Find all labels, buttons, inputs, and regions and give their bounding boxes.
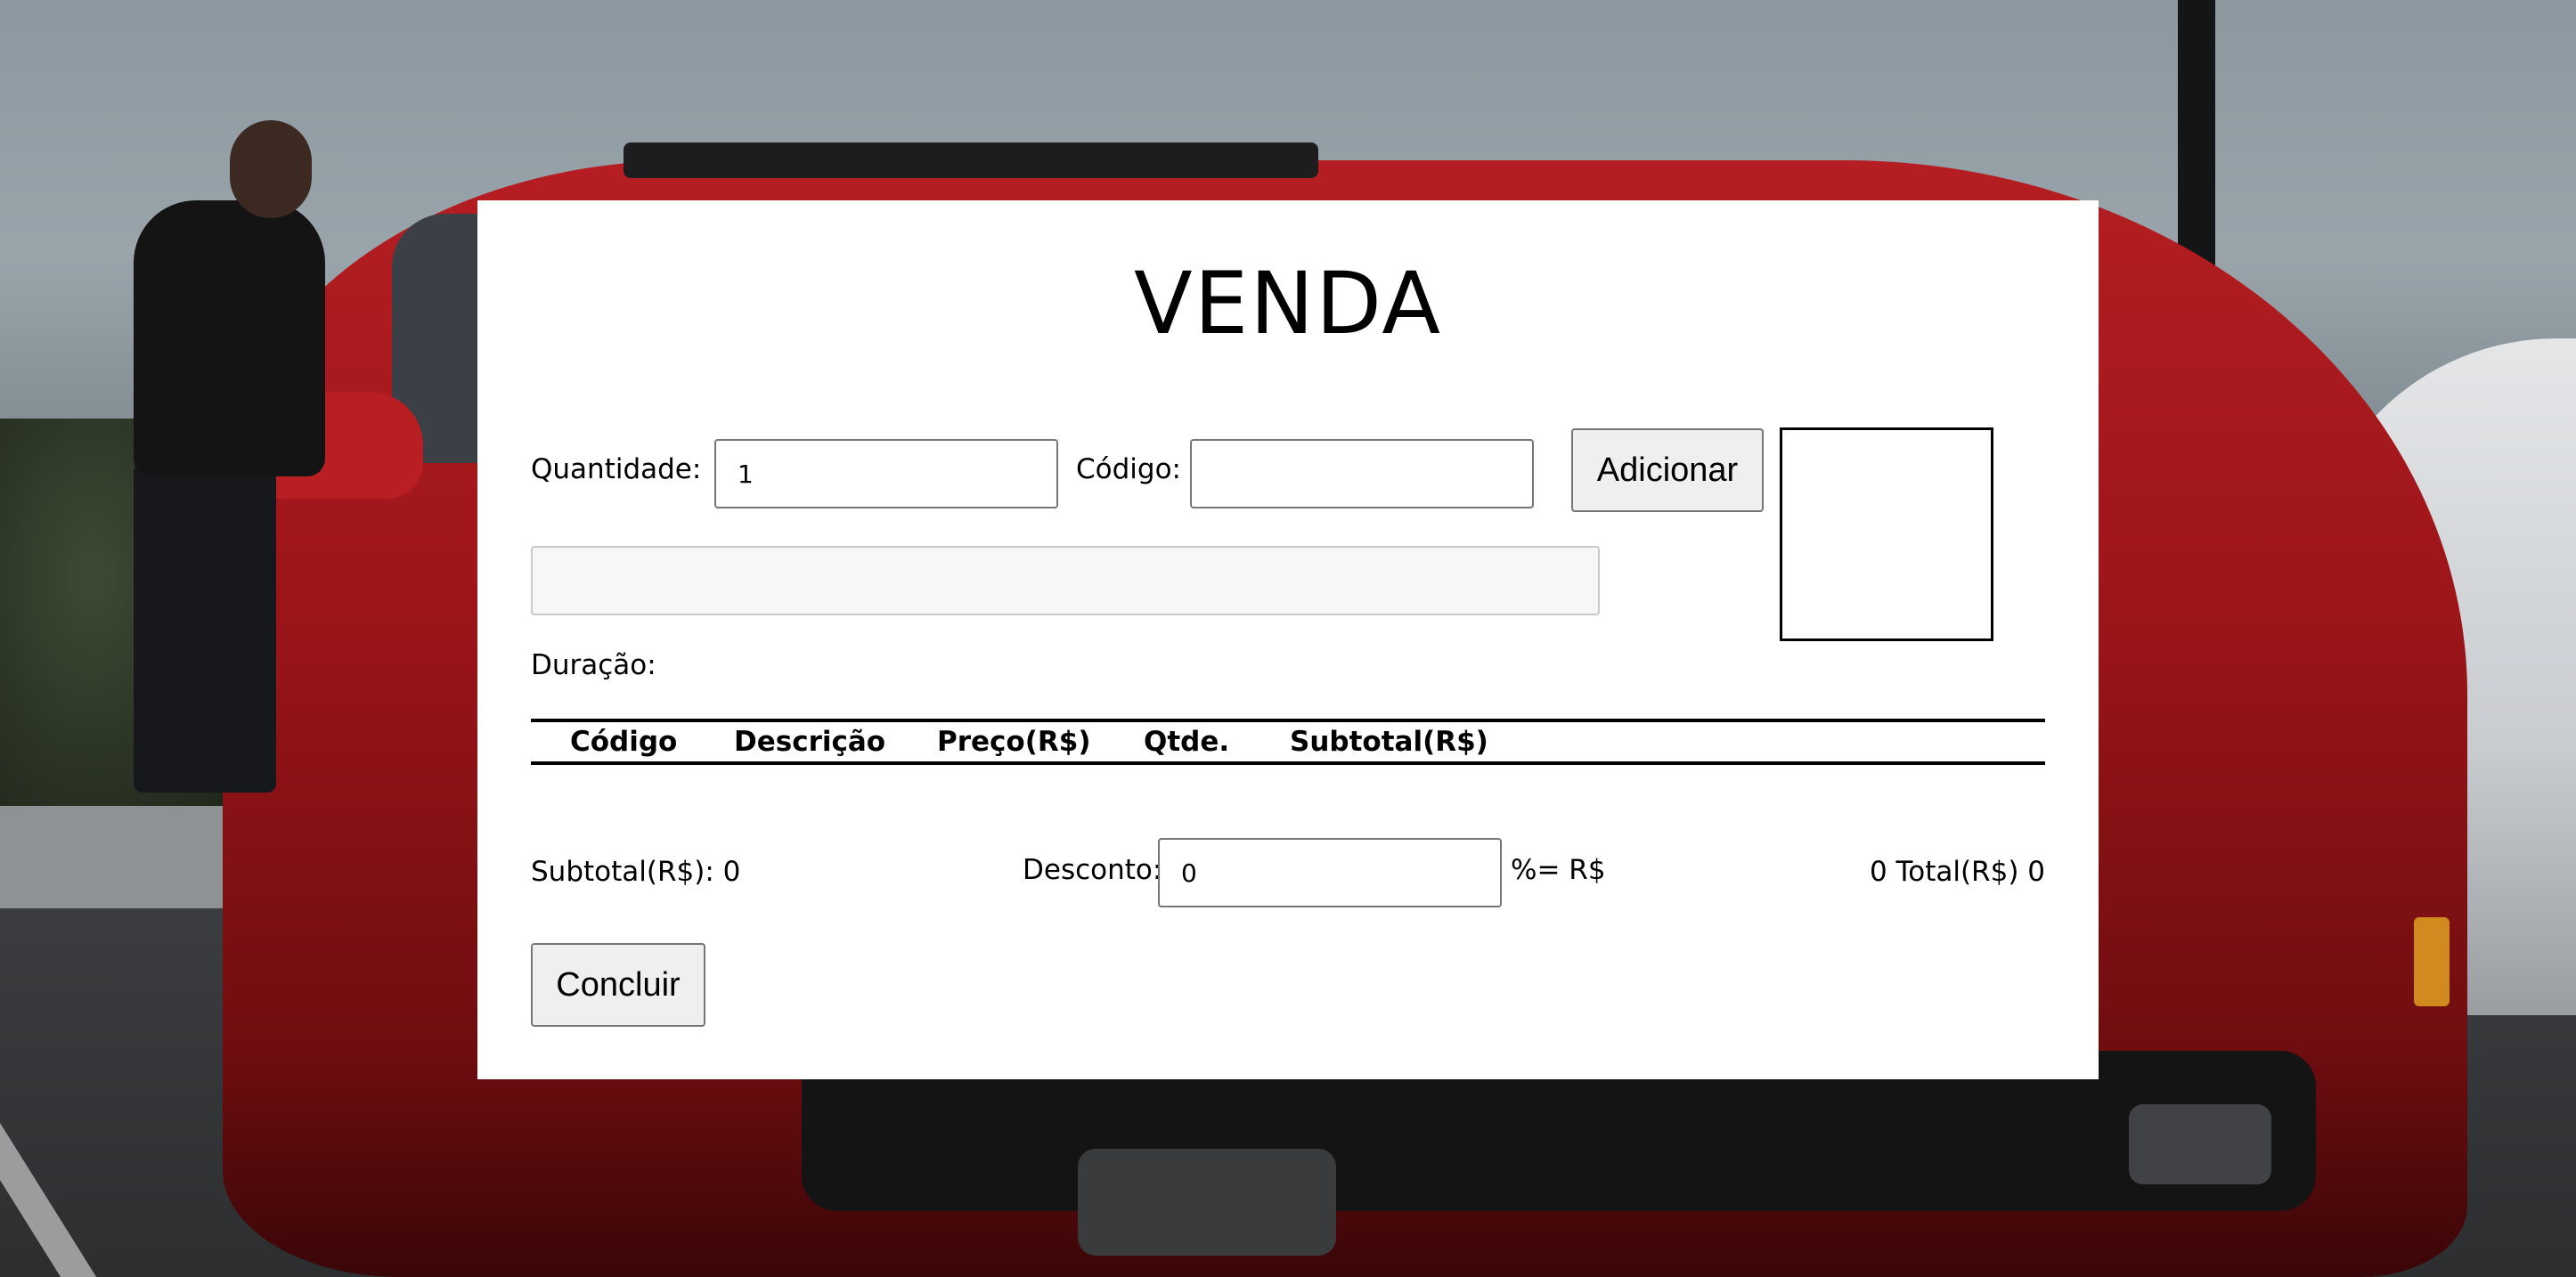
column-subtotal: Subtotal(R$) bbox=[1290, 726, 1488, 758]
total-text: 0 Total(R$) 0 bbox=[1869, 856, 2045, 888]
codigo-input[interactable] bbox=[1190, 439, 1534, 508]
column-qtde: Qtde. bbox=[1144, 726, 1230, 758]
subtotal-text: Subtotal(R$): 0 bbox=[531, 856, 741, 888]
background-person-head bbox=[230, 120, 312, 218]
background-car-light bbox=[1078, 1149, 1336, 1256]
background-curb bbox=[0, 806, 240, 908]
desconto-input[interactable] bbox=[1158, 838, 1502, 907]
quantidade-label: Quantidade: bbox=[531, 453, 702, 485]
background-person-torso bbox=[134, 200, 325, 476]
items-table-header: Código Descrição Preço(R$) Qtde. Subtota… bbox=[531, 719, 2045, 765]
column-preco: Preço(R$) bbox=[937, 726, 1091, 758]
column-descricao: Descrição bbox=[734, 726, 886, 758]
background-car-roof bbox=[624, 142, 1318, 178]
concluir-button[interactable]: Concluir bbox=[531, 943, 705, 1027]
desconto-suffix: %= R$ bbox=[1511, 854, 1606, 886]
background-car-amber-light bbox=[2414, 917, 2450, 1006]
adicionar-button[interactable]: Adicionar bbox=[1571, 428, 1764, 512]
codigo-label: Código: bbox=[1076, 453, 1181, 485]
descricao-field bbox=[531, 546, 1600, 615]
sale-panel: VENDA Quantidade: Código: Adicionar Dura… bbox=[477, 200, 2099, 1079]
background-person-legs bbox=[134, 463, 276, 793]
column-codigo: Código bbox=[570, 726, 678, 758]
duracao-label: Duração: bbox=[531, 649, 656, 681]
product-image-placeholder bbox=[1780, 427, 1993, 641]
quantidade-input[interactable] bbox=[714, 439, 1058, 508]
background-car-light-right bbox=[2129, 1104, 2271, 1184]
desconto-label: Desconto: bbox=[1023, 854, 1162, 886]
page-title: VENDA bbox=[1133, 254, 1443, 354]
